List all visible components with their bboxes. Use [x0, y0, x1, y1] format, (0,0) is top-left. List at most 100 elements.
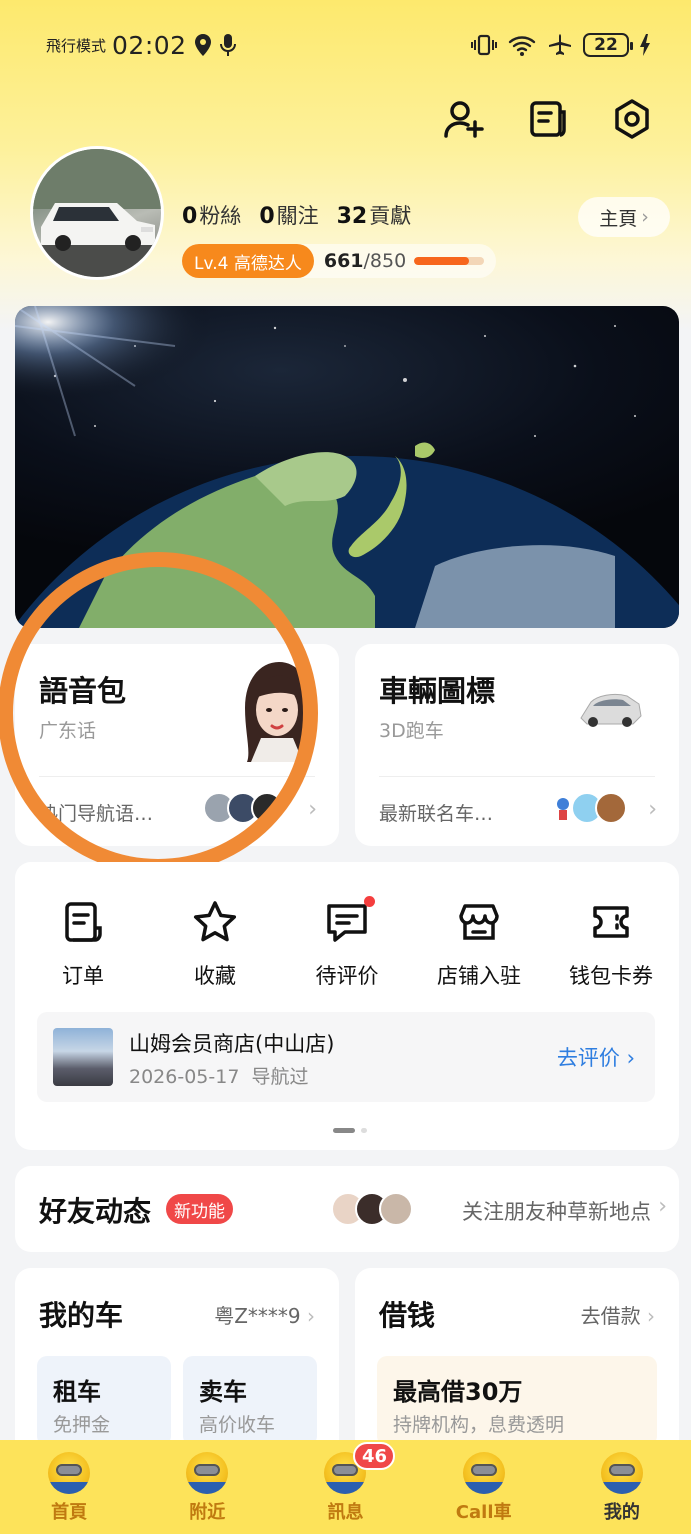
mini-avatar — [595, 792, 627, 824]
go-borrow-label: 去借款 — [580, 1304, 641, 1328]
function-wallet[interactable]: 钱包卡券 — [551, 898, 671, 990]
nav-messages[interactable]: 46 訊息 — [285, 1440, 405, 1524]
friends-link: 关注朋友种草新地点 — [462, 1200, 651, 1224]
bottom-nav: 首頁 附近 46 訊息 Call車 我的 — [0, 1440, 691, 1534]
home-page-button[interactable]: 主頁 › — [578, 197, 670, 237]
highlight-circle — [0, 552, 318, 874]
mini-avatar — [379, 1192, 413, 1226]
rent-car-title: 租车 — [53, 1378, 101, 1406]
nav-label: 訊息 — [327, 1502, 364, 1523]
divider — [379, 776, 655, 777]
function-label: 钱包卡券 — [569, 964, 653, 988]
following-label: 關注 — [276, 204, 319, 228]
chevron-right-icon: › — [647, 1304, 655, 1328]
store-thumbnail — [53, 1028, 113, 1086]
sell-car-tile[interactable]: 卖车 高价收车 — [183, 1356, 317, 1446]
home-page-label: 主頁 — [599, 207, 638, 230]
level-points-value: 661 — [323, 250, 364, 272]
level-progress-fill — [414, 257, 469, 265]
go-borrow-link[interactable]: 去借款 › — [581, 1300, 655, 1329]
go-review-button[interactable]: 去评价 › — [557, 1042, 635, 1072]
go-review-label: 去评价 — [556, 1046, 620, 1070]
charging-icon — [640, 34, 650, 56]
add-friend-icon[interactable] — [443, 98, 485, 140]
chevron-right-icon: › — [626, 1046, 635, 1070]
vehicle-icon-title: 車輛圖標 — [379, 674, 496, 708]
notes-icon[interactable] — [527, 98, 569, 140]
nav-call-car[interactable]: Call車 — [424, 1440, 544, 1524]
pager-dot — [361, 1128, 367, 1133]
star-icon — [193, 901, 237, 942]
car-plate-text: 粤Z****9 — [214, 1304, 301, 1328]
function-orders[interactable]: 订单 — [23, 898, 143, 990]
following-count: 0 — [259, 204, 275, 229]
friends-activity-card[interactable]: 好友动态 新功能 关注朋友种草新地点 › — [15, 1166, 679, 1252]
rent-car-subtitle: 免押金 — [53, 1414, 111, 1436]
store-name: 山姆会员商店(中山店) — [129, 1032, 335, 1056]
followers-stat[interactable]: 0粉絲 — [182, 200, 241, 230]
contribution-label: 貢獻 — [369, 204, 412, 228]
vehicle-icon-card[interactable]: 車輛圖標 3D跑车 最新联名车… › — [355, 644, 679, 846]
settings-icon[interactable] — [611, 98, 653, 140]
sports-car-icon — [580, 693, 642, 727]
level-tag: Lv.4 高德达人 — [182, 244, 314, 278]
review-status: 导航过 — [251, 1066, 309, 1088]
contribution-count: 32 — [336, 204, 368, 229]
location-icon — [194, 34, 211, 56]
review-date: 2026-05-17 — [129, 1066, 240, 1088]
function-pending-review[interactable]: 待评价 — [287, 896, 407, 990]
messages-badge: 46 — [353, 1442, 396, 1470]
store-icon — [459, 904, 499, 940]
nav-home[interactable]: 首頁 — [9, 1440, 129, 1524]
chevron-right-icon: › — [307, 1304, 315, 1328]
friends-title: 好友动态 — [39, 1195, 152, 1228]
minion-call-car-icon — [462, 1452, 505, 1494]
clock: 02:02 — [112, 30, 187, 60]
vehicle-icon-subtitle: 3D跑车 — [379, 720, 444, 742]
vehicle-icon-footer: 最新联名车… — [379, 803, 494, 825]
minion-home-icon — [48, 1452, 91, 1494]
followers-count: 0 — [182, 204, 198, 229]
followers-label: 粉絲 — [199, 204, 242, 228]
store-meta: 2026-05-17 导航过 — [129, 1062, 309, 1089]
car-plate[interactable]: 粤Z****9 › — [214, 1300, 315, 1329]
airplane-mode-label: 飛行模式 — [46, 36, 107, 55]
level-points-total: /850 — [363, 250, 407, 272]
loan-tile-title: 最高借30万 — [393, 1378, 523, 1406]
function-store-entry[interactable]: 店铺入驻 — [419, 898, 539, 990]
nav-mine[interactable]: 我的 — [562, 1440, 682, 1524]
functions-row: 订单 收藏 待评价 店铺入驻 钱包卡券 — [15, 896, 679, 990]
profile-stats: 0粉絲 0關注 32貢獻 — [182, 200, 411, 230]
status-bar-left: 飛行模式 02:02 — [46, 28, 237, 62]
vehicle-avatars — [547, 792, 627, 824]
order-icon — [65, 902, 102, 942]
my-car-card[interactable]: 我的车 粤Z****9 › 租车 免押金 卖车 高价收车 — [15, 1268, 339, 1468]
nav-nearby[interactable]: 附近 — [147, 1440, 267, 1524]
level-progress-bar — [414, 257, 485, 265]
sell-car-subtitle: 高价收车 — [199, 1414, 276, 1436]
level-indicator[interactable]: Lv.4 高德达人 661/850 — [182, 244, 496, 278]
contribution-stat[interactable]: 32貢獻 — [337, 200, 412, 230]
pager-dots — [333, 1128, 367, 1133]
function-label: 收藏 — [194, 964, 236, 988]
microphone-icon — [219, 34, 236, 56]
battery-indicator: 22 — [583, 33, 633, 57]
rent-car-tile[interactable]: 租车 免押金 — [37, 1356, 171, 1446]
loan-tile[interactable]: 最高借30万 持牌机构，息费透明 — [377, 1356, 657, 1446]
loan-card[interactable]: 借钱 去借款 › 最高借30万 持牌机构，息费透明 — [355, 1268, 679, 1468]
minion-nearby-icon — [186, 1452, 229, 1494]
level-tag-label: Lv.4 高德达人 — [194, 253, 302, 274]
friends-avatars — [331, 1192, 413, 1226]
pending-review-item[interactable]: 山姆会员商店(中山店) 2026-05-17 导航过 去评价 › — [37, 1012, 655, 1102]
new-feature-badge: 新功能 — [166, 1194, 233, 1224]
avatar-image — [33, 149, 161, 277]
function-favorites[interactable]: 收藏 — [155, 898, 275, 990]
function-label: 待评价 — [315, 964, 379, 988]
function-label: 订单 — [62, 964, 104, 988]
avatar[interactable] — [30, 146, 164, 280]
sell-car-title: 卖车 — [199, 1378, 247, 1406]
comment-icon — [327, 904, 367, 942]
following-stat[interactable]: 0關注 — [259, 200, 318, 230]
notification-dot — [364, 896, 375, 907]
chevron-right-icon: › — [648, 797, 657, 822]
